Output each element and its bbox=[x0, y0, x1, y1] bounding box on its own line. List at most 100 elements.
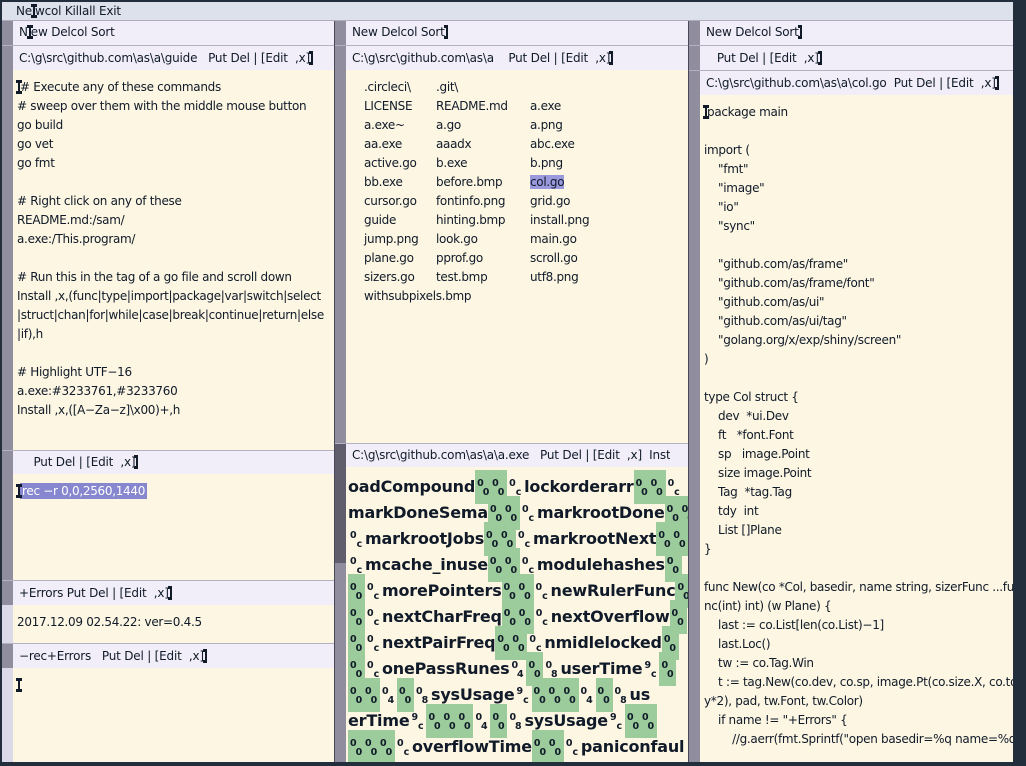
file-cell[interactable]: abc.exe bbox=[530, 135, 688, 154]
file-cell[interactable]: look.go bbox=[436, 230, 530, 249]
window-tag[interactable]: C:\g\src\github.com\as\a\guide Put Del |… bbox=[2, 45, 334, 70]
file-cell[interactable]: aa.exe bbox=[364, 135, 436, 154]
file-cell[interactable] bbox=[530, 287, 688, 306]
file-name[interactable]: a.png bbox=[530, 118, 563, 132]
file-name[interactable]: hinting.bmp bbox=[436, 213, 505, 227]
file-name[interactable]: aa.exe bbox=[364, 137, 402, 151]
binary-line[interactable]: 0000000coverflowTime00000cpaniconfaul bbox=[348, 734, 688, 760]
scrollbar[interactable] bbox=[335, 70, 346, 443]
file-name[interactable]: bb.exe bbox=[364, 175, 403, 189]
text-area[interactable]: rec −r 0,0,2560,1440 bbox=[13, 474, 334, 580]
selected-file[interactable]: col.go bbox=[530, 175, 564, 189]
drag-box[interactable] bbox=[335, 21, 346, 45]
scrollbar-thumb[interactable] bbox=[335, 467, 346, 563]
binary-line[interactable]: markDoneSema00000cmarkrootDone0000 bbox=[348, 500, 688, 526]
file-cell[interactable]: a.exe~ bbox=[364, 116, 436, 135]
text-line[interactable] bbox=[704, 369, 1013, 388]
text-line[interactable]: # Highlight UTF−16 bbox=[17, 363, 334, 382]
text-line[interactable]: type Col struct { bbox=[704, 388, 1013, 407]
file-cell[interactable]: active.go bbox=[364, 154, 436, 173]
text-line[interactable]: nc(int) int) (w Plane) { bbox=[704, 597, 1013, 616]
window-tag[interactable]: C:\g\src\github.com\as\a\col.go Put Del … bbox=[689, 70, 1013, 95]
window-tag[interactable]: C:\g\src\github.com\as\a\a.exe Put Del |… bbox=[335, 443, 688, 467]
file-name[interactable]: cursor.go bbox=[364, 194, 417, 208]
text-line[interactable]: "github.com/as/frame" bbox=[704, 255, 1013, 274]
main-tag-bar[interactable]: Newcol Killall Exit bbox=[2, 2, 1013, 21]
file-cell[interactable]: withsubpixels.bmp bbox=[364, 287, 436, 306]
text-line[interactable]: # Execute any of these commands bbox=[17, 78, 334, 97]
file-name[interactable]: a.exe bbox=[530, 99, 561, 113]
window-tag[interactable]: −rec+Errors Put Del | [Edit ,x] bbox=[2, 643, 334, 668]
text-line[interactable]: Tag *tag.Tag bbox=[704, 483, 1013, 502]
file-cell[interactable]: a.png bbox=[530, 116, 688, 135]
scrollbar[interactable] bbox=[335, 467, 346, 762]
drag-box[interactable] bbox=[689, 46, 700, 70]
file-name[interactable]: a.exe~ bbox=[364, 118, 405, 132]
file-cell[interactable]: hinting.bmp bbox=[436, 211, 530, 230]
file-cell[interactable] bbox=[530, 78, 688, 97]
text-area[interactable] bbox=[13, 668, 334, 762]
file-cell[interactable]: plane.go bbox=[364, 249, 436, 268]
file-cell[interactable]: scroll.go bbox=[530, 249, 688, 268]
file-name[interactable]: grid.go bbox=[530, 194, 570, 208]
text-line[interactable]: a.exe:/This.program/ bbox=[17, 230, 334, 249]
text-line[interactable]: tw := co.Tag.Win bbox=[704, 654, 1013, 673]
file-cell[interactable]: README.md bbox=[436, 97, 530, 116]
text-line[interactable] bbox=[17, 676, 334, 695]
file-name[interactable]: before.bmp bbox=[436, 175, 502, 189]
drag-box[interactable] bbox=[2, 451, 13, 474]
text-line[interactable]: //g.aerr(fmt.Sprintf("open basedir=%q na… bbox=[704, 730, 1013, 749]
file-name[interactable]: sizers.go bbox=[364, 270, 415, 284]
text-area[interactable]: package mainimport ( "fmt" "image" "io" … bbox=[700, 95, 1013, 762]
text-line[interactable]: dev *ui.Dev bbox=[704, 407, 1013, 426]
file-name[interactable]: install.png bbox=[530, 213, 589, 227]
file-name[interactable]: .circleci\ bbox=[364, 80, 411, 94]
text-line[interactable] bbox=[704, 122, 1013, 141]
text-line[interactable] bbox=[704, 559, 1013, 578]
drag-box[interactable] bbox=[2, 581, 13, 605]
window-tag[interactable]: +Errors Put Del | [Edit ,x] bbox=[2, 580, 334, 605]
file-name[interactable]: a.go bbox=[436, 118, 461, 132]
file-name[interactable]: plane.go bbox=[364, 251, 414, 265]
text-line[interactable]: # sweep over them with the middle mouse … bbox=[17, 97, 334, 116]
file-cell[interactable]: bb.exe bbox=[364, 173, 436, 192]
binary-line[interactable]: erTime9c000000040008sysUsage9c0000 bbox=[348, 708, 688, 734]
scrollbar[interactable] bbox=[2, 605, 13, 643]
text-line[interactable]: "io" bbox=[704, 198, 1013, 217]
text-line[interactable]: rec −r 0,0,2560,1440 bbox=[17, 482, 334, 501]
file-cell[interactable]: LICENSE bbox=[364, 97, 436, 116]
drag-box[interactable] bbox=[689, 21, 700, 45]
drag-box[interactable] bbox=[689, 71, 700, 95]
file-name[interactable]: b.png bbox=[530, 156, 563, 170]
scrollbar[interactable] bbox=[2, 474, 13, 580]
text-area[interactable]: oadCompound00000clockorderarr00000cmarkD… bbox=[346, 467, 688, 762]
scrollbar[interactable] bbox=[2, 668, 13, 762]
file-cell[interactable]: before.bmp bbox=[436, 173, 530, 192]
text-line[interactable] bbox=[17, 344, 334, 363]
text-line[interactable]: y*2), pad, tw.Font, tw.Color) bbox=[704, 692, 1013, 711]
text-line[interactable] bbox=[704, 236, 1013, 255]
text-line[interactable]: Install ,x,(func|type|import|package|var… bbox=[17, 287, 334, 306]
text-line[interactable]: "golang.org/x/exp/shiny/screen" bbox=[704, 331, 1013, 350]
text-line[interactable]: import ( bbox=[704, 141, 1013, 160]
text-line[interactable]: ft *font.Font bbox=[704, 426, 1013, 445]
text-line[interactable]: if name != "+Errors" { bbox=[704, 711, 1013, 730]
file-cell[interactable]: guide bbox=[364, 211, 436, 230]
window-tag[interactable]: Put Del | [Edit ,x] bbox=[2, 450, 334, 474]
file-name[interactable]: fontinfo.png bbox=[436, 194, 505, 208]
file-cell[interactable]: fontinfo.png bbox=[436, 192, 530, 211]
text-line[interactable]: last := co.List[len(co.List)−1] bbox=[704, 616, 1013, 635]
file-name[interactable]: aaadx bbox=[436, 137, 471, 151]
text-line[interactable]: Install ,x,([A−Za−z]\x00)+,h bbox=[17, 401, 334, 420]
text-line[interactable]: last.Loc() bbox=[704, 635, 1013, 654]
file-cell[interactable]: utf8.png bbox=[530, 268, 688, 287]
file-cell[interactable]: grid.go bbox=[530, 192, 688, 211]
text-line[interactable]: package main bbox=[704, 103, 1013, 122]
text-line[interactable]: |struct|chan|for|while|case|break|contin… bbox=[17, 306, 334, 325]
scrollbar[interactable] bbox=[689, 95, 700, 762]
text-line[interactable]: List []Plane bbox=[704, 521, 1013, 540]
window-tag[interactable]: C:\g\src\github.com\as\a Put Del | [Edit… bbox=[335, 45, 688, 70]
file-cell[interactable]: a.go bbox=[436, 116, 530, 135]
drag-box[interactable] bbox=[2, 21, 13, 45]
text-line[interactable]: README.md:/sam/ bbox=[17, 211, 334, 230]
